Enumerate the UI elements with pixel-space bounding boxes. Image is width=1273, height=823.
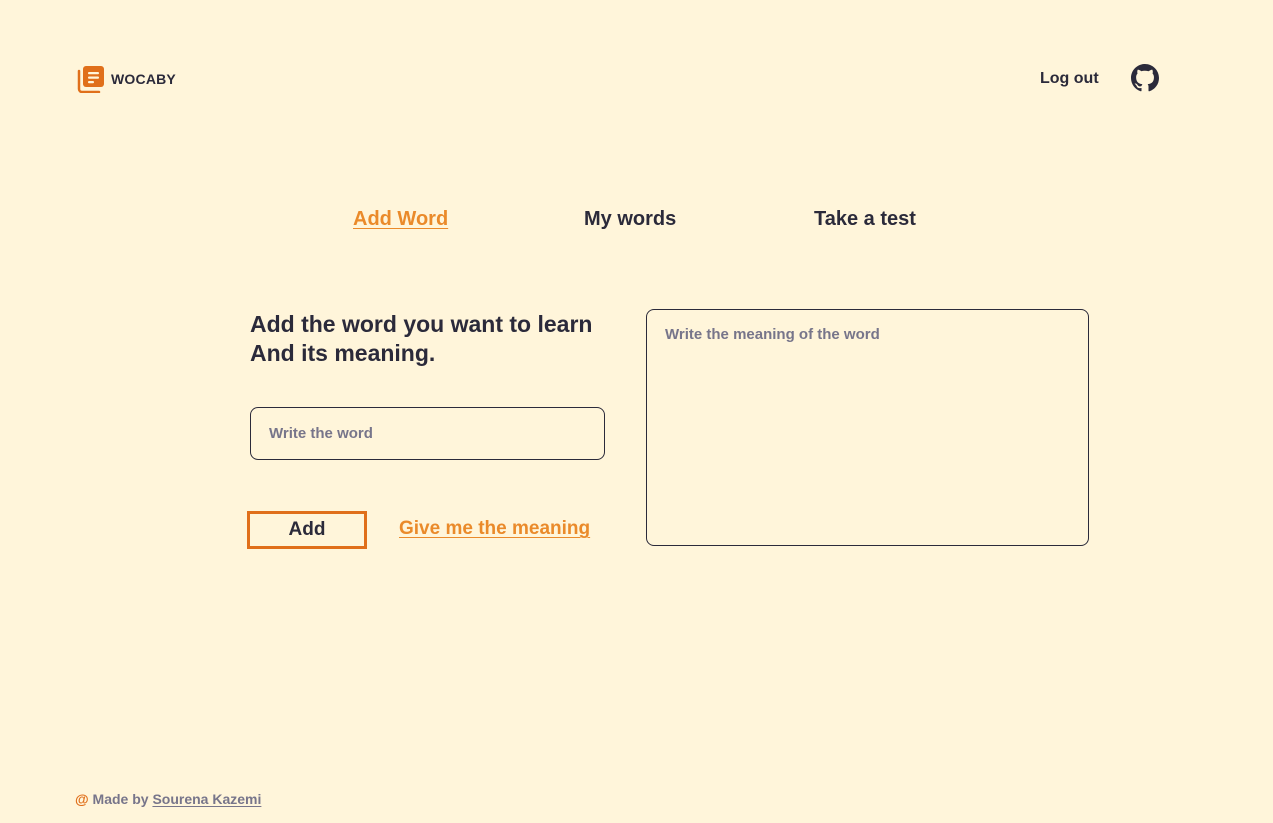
main-tabs: Add Word My words Take a test xyxy=(0,208,1273,238)
give-meaning-link[interactable]: Give me the meaning xyxy=(399,518,590,540)
at-symbol: @ xyxy=(75,791,89,807)
form-heading-line-1: Add the word you want to learn xyxy=(250,311,593,337)
github-icon xyxy=(1131,64,1159,92)
tab-take-a-test[interactable]: Take a test xyxy=(814,208,916,231)
github-link[interactable] xyxy=(1131,64,1159,92)
meaning-textarea[interactable] xyxy=(646,309,1089,546)
tab-add-word[interactable]: Add Word xyxy=(353,208,448,231)
app-header: WOCABY Log out xyxy=(0,0,1273,160)
notebook-icon xyxy=(77,66,104,93)
made-by-label: Made by xyxy=(92,791,149,807)
add-button[interactable]: Add xyxy=(247,511,367,549)
word-input[interactable] xyxy=(250,407,605,460)
app-logo[interactable]: WOCABY xyxy=(77,65,176,93)
form-heading: Add the word you want to learn And its m… xyxy=(250,310,640,368)
app-name: WOCABY xyxy=(111,71,176,87)
footer-credit: @ Made by Sourena Kazemi xyxy=(75,791,261,807)
logout-link[interactable]: Log out xyxy=(1040,70,1099,88)
author-link[interactable]: Sourena Kazemi xyxy=(152,791,261,807)
form-heading-line-2: And its meaning. xyxy=(250,340,436,366)
tab-my-words[interactable]: My words xyxy=(584,208,676,231)
